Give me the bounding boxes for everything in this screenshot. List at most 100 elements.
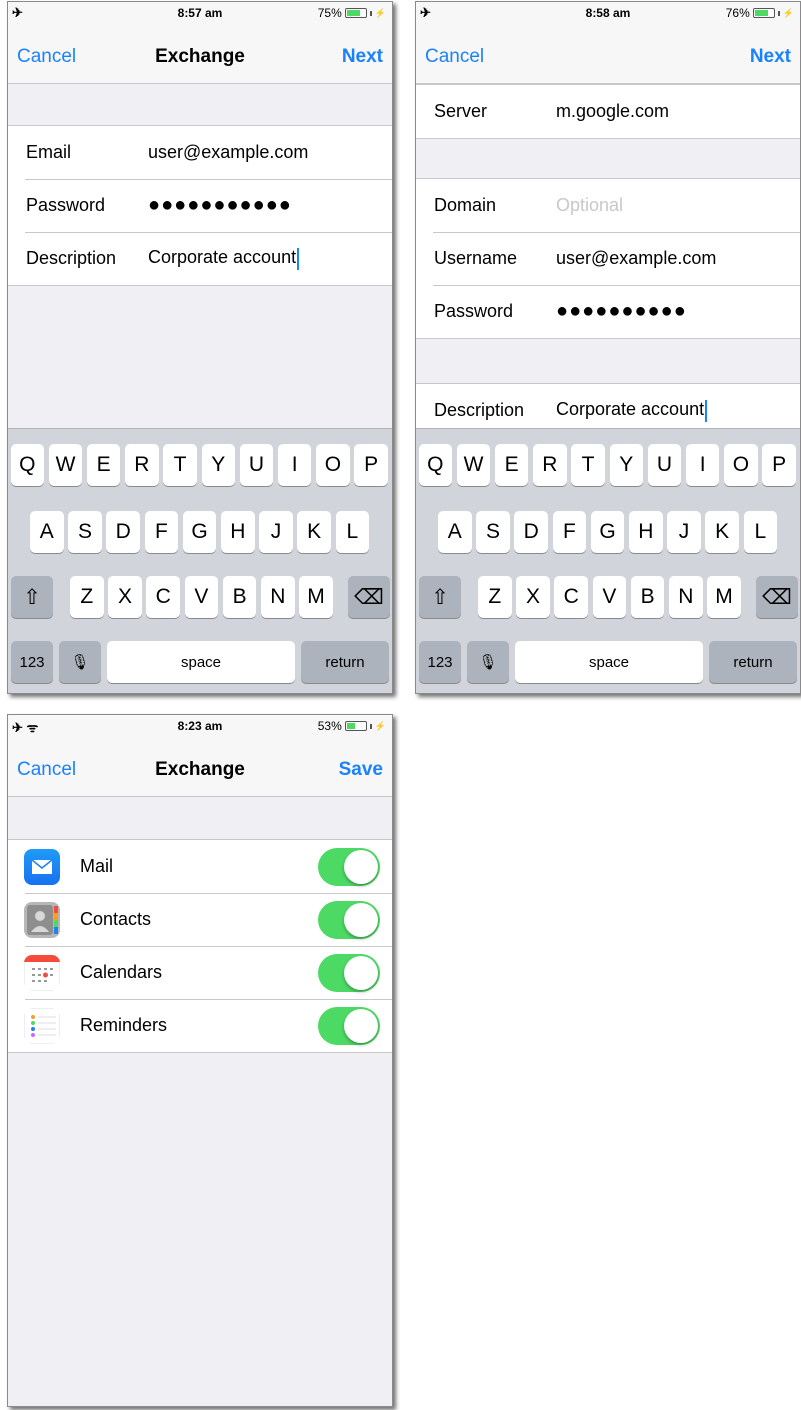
numbers-key[interactable]: 123 <box>419 641 461 683</box>
text-cursor <box>297 247 300 270</box>
key-z[interactable]: Z <box>70 576 104 618</box>
service-row-contacts: Contacts <box>8 893 392 946</box>
key-t[interactable]: T <box>163 444 197 486</box>
key-n[interactable]: N <box>261 576 295 618</box>
password-row[interactable]: Password ●●●●●●●●●●● <box>8 179 392 232</box>
domain-row[interactable]: Domain Optional <box>416 179 800 232</box>
key-o[interactable]: O <box>316 444 350 486</box>
space-key[interactable]: space <box>515 641 703 683</box>
exchange-sync-screen: ✈ ᯤ 8:23 am 53% ⚡ Cancel Exchange Save M… <box>7 714 393 1407</box>
delete-key[interactable]: ⌫ <box>348 576 390 618</box>
return-key[interactable]: return <box>709 641 797 683</box>
key-i[interactable]: I <box>685 444 720 486</box>
key-r[interactable]: R <box>533 444 567 486</box>
key-f[interactable]: F <box>144 511 179 553</box>
key-x[interactable]: X <box>108 576 142 618</box>
next-button[interactable]: Next <box>342 46 383 68</box>
key-c[interactable]: C <box>554 576 588 618</box>
key-m[interactable]: M <box>707 576 741 618</box>
contacts-toggle[interactable] <box>318 900 380 939</box>
key-g[interactable]: G <box>590 511 625 553</box>
battery-percent: 53% <box>317 719 342 733</box>
key-a[interactable]: A <box>438 511 472 553</box>
key-k[interactable]: K <box>297 511 331 553</box>
key-w[interactable]: W <box>48 444 83 486</box>
password-field[interactable]: ●●●●●●●●●● <box>556 300 687 323</box>
key-d[interactable]: D <box>514 511 548 553</box>
key-q[interactable]: Q <box>10 444 45 486</box>
key-i[interactable]: I <box>277 444 312 486</box>
key-s[interactable]: S <box>476 511 510 553</box>
key-p[interactable]: P <box>354 444 388 486</box>
key-r[interactable]: R <box>125 444 159 486</box>
key-y[interactable]: Y <box>609 444 644 486</box>
delete-key[interactable]: ⌫ <box>756 576 798 618</box>
service-row-reminders: Reminders <box>8 999 392 1052</box>
password-row[interactable]: Password ●●●●●●●●●● <box>416 285 800 338</box>
description-field[interactable]: Corporate account <box>148 247 300 270</box>
key-z[interactable]: Z <box>478 576 512 618</box>
contacts-icon <box>24 901 60 938</box>
key-e[interactable]: E <box>494 444 529 486</box>
next-button[interactable]: Next <box>750 46 791 68</box>
return-key[interactable]: return <box>301 641 389 683</box>
key-n[interactable]: N <box>669 576 703 618</box>
key-b[interactable]: B <box>630 576 665 618</box>
microphone-icon[interactable]: 🎙 <box>467 641 509 683</box>
key-e[interactable]: E <box>86 444 121 486</box>
key-y[interactable]: Y <box>201 444 236 486</box>
password-label: Password <box>26 195 106 215</box>
shift-key[interactable]: ⇧ <box>11 576 53 618</box>
key-l[interactable]: L <box>335 511 370 553</box>
space-key[interactable]: space <box>107 641 295 683</box>
email-field[interactable]: user@example.com <box>148 142 308 163</box>
key-x[interactable]: X <box>516 576 550 618</box>
server-group: Server m.google.com <box>416 84 800 139</box>
key-w[interactable]: W <box>456 444 491 486</box>
key-f[interactable]: F <box>552 511 587 553</box>
key-a[interactable]: A <box>30 511 64 553</box>
key-v[interactable]: V <box>592 576 627 618</box>
text-cursor <box>705 399 708 422</box>
key-j[interactable]: J <box>259 511 293 553</box>
key-h[interactable]: H <box>221 511 255 553</box>
key-j[interactable]: J <box>667 511 701 553</box>
key-l[interactable]: L <box>743 511 778 553</box>
key-b[interactable]: B <box>222 576 257 618</box>
key-d[interactable]: D <box>106 511 140 553</box>
battery-indicator: 53% ⚡ <box>318 719 386 733</box>
key-s[interactable]: S <box>68 511 102 553</box>
mail-toggle[interactable] <box>318 847 380 886</box>
description-row[interactable]: Description Corporate account <box>8 232 392 285</box>
mail-icon <box>24 848 60 885</box>
server-row[interactable]: Server m.google.com <box>416 85 800 138</box>
email-row[interactable]: Email user@example.com <box>8 126 392 179</box>
key-u[interactable]: U <box>239 444 274 486</box>
battery-icon <box>344 8 367 18</box>
cancel-button[interactable]: Cancel <box>425 46 484 68</box>
numbers-key[interactable]: 123 <box>11 641 53 683</box>
shift-key[interactable]: ⇧ <box>419 576 461 618</box>
reminders-toggle[interactable] <box>318 1006 380 1045</box>
key-k[interactable]: K <box>705 511 739 553</box>
username-row[interactable]: Username user@example.com <box>416 232 800 285</box>
key-q[interactable]: Q <box>418 444 453 486</box>
domain-field[interactable]: Optional <box>556 195 623 216</box>
key-g[interactable]: G <box>182 511 217 553</box>
key-v[interactable]: V <box>184 576 219 618</box>
key-p[interactable]: P <box>762 444 796 486</box>
key-c[interactable]: C <box>146 576 180 618</box>
password-field[interactable]: ●●●●●●●●●●● <box>148 194 292 217</box>
server-field[interactable]: m.google.com <box>556 101 669 122</box>
calendars-toggle[interactable] <box>318 953 380 992</box>
key-m[interactable]: M <box>299 576 333 618</box>
service-label-calendars: Calendars <box>80 962 163 982</box>
key-o[interactable]: O <box>724 444 758 486</box>
save-button[interactable]: Save <box>339 759 383 781</box>
key-u[interactable]: U <box>647 444 682 486</box>
key-t[interactable]: T <box>571 444 605 486</box>
key-h[interactable]: H <box>629 511 663 553</box>
description-field[interactable]: Corporate account <box>556 399 708 422</box>
username-field[interactable]: user@example.com <box>556 248 716 269</box>
microphone-icon[interactable]: 🎙 <box>59 641 101 683</box>
